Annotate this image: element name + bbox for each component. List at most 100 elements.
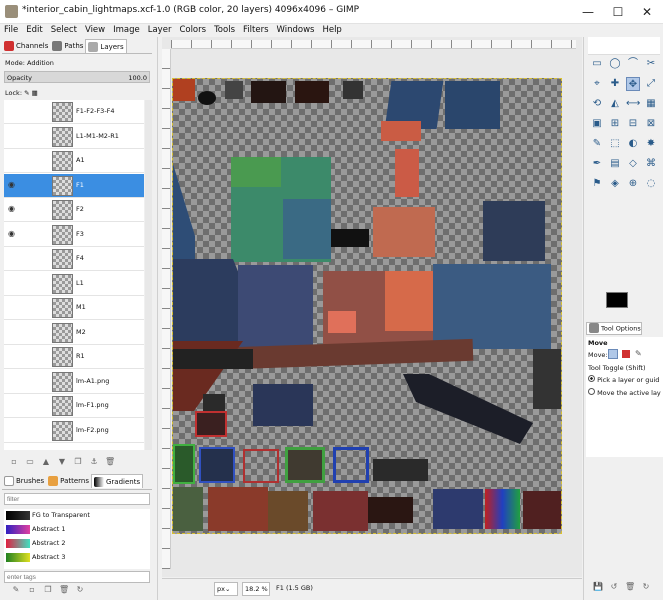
cage-tool-icon[interactable]: ⊞ [608, 117, 622, 131]
delete-gradient-icon[interactable]: 🗑 [59, 585, 69, 595]
lower-layer-icon[interactable]: ▼ [57, 457, 67, 467]
eye-icon[interactable] [8, 352, 18, 360]
fuzzy-select-icon[interactable]: ⌖ [590, 77, 604, 91]
menu-file[interactable]: File [0, 24, 22, 37]
edit-gradient-icon[interactable]: ✎ [11, 585, 21, 595]
gradient-item[interactable]: FG to Transparent [4, 509, 144, 522]
eye-icon[interactable]: ◉ [8, 180, 18, 189]
gradient-item[interactable]: Abstract 3 [4, 551, 144, 564]
gradient-item[interactable]: Abstract 2 [4, 537, 144, 550]
rect-select-icon[interactable]: ▭ [590, 57, 604, 71]
image-canvas[interactable] [172, 78, 562, 534]
layer-row[interactable]: lm-F1.png [4, 394, 144, 418]
dodge-burn-icon[interactable]: ◐ [626, 137, 640, 151]
menu-help[interactable]: Help [318, 24, 345, 37]
pencil-icon[interactable]: ✎ [590, 137, 604, 151]
shear-tool-icon[interactable]: ◭ [608, 97, 622, 111]
clone-icon[interactable]: ◇ [626, 157, 640, 171]
warp-tool-icon[interactable]: ⊟ [626, 117, 640, 131]
tab-layers[interactable]: Layers [85, 39, 127, 53]
move-layer-icon[interactable] [608, 349, 618, 359]
ink-icon[interactable]: ✒ [590, 157, 604, 171]
free-select-icon[interactable]: ⌒ [626, 57, 640, 71]
unified-transform-icon[interactable]: ⊠ [644, 117, 658, 131]
tab-patterns[interactable]: Patterns [46, 474, 91, 488]
eye-icon[interactable] [8, 401, 18, 409]
rotate-tool-icon[interactable]: ⟲ [590, 97, 604, 111]
tab-brushes[interactable]: Brushes [2, 474, 46, 488]
layer-row[interactable]: ◉ F2 [4, 198, 144, 222]
layer-row[interactable]: F1-F2-F3-F4 [4, 100, 144, 124]
menu-view[interactable]: View [81, 24, 109, 37]
eye-icon[interactable] [8, 279, 18, 287]
move-path-icon[interactable]: ✎ [635, 349, 642, 358]
smudge-icon[interactable]: ✸ [644, 137, 658, 151]
layer-row[interactable]: L1 [4, 271, 144, 296]
anchor-layer-icon[interactable]: ⚓ [89, 457, 99, 467]
new-group-icon[interactable]: ▭ [25, 457, 35, 467]
maximize-button[interactable]: ☐ [604, 3, 632, 21]
layers-scrollbar[interactable] [145, 100, 152, 450]
airbrush-icon[interactable]: ▤ [608, 157, 622, 171]
layer-row[interactable]: M1 [4, 296, 144, 320]
close-button[interactable]: ✕ [633, 3, 661, 21]
minimize-button[interactable]: — [574, 3, 602, 21]
gradient-item[interactable]: Abstract 1 [4, 523, 144, 536]
eye-icon[interactable] [8, 107, 18, 115]
align-tool-icon[interactable]: ⤢ [644, 77, 658, 91]
move-selection-icon[interactable] [622, 350, 630, 358]
menu-windows[interactable]: Windows [273, 24, 319, 37]
eye-icon[interactable] [8, 426, 18, 434]
save-options-icon[interactable]: 💾 [593, 582, 603, 592]
bucket-fill-icon[interactable]: ⚑ [590, 177, 604, 191]
crop-tool-icon[interactable]: ▦ [644, 97, 658, 111]
menu-filters[interactable]: Filters [239, 24, 272, 37]
unit-select[interactable]: px⌄ [214, 582, 238, 596]
heal-icon[interactable]: ⌘ [644, 157, 658, 171]
scissors-icon[interactable]: ✂ [644, 57, 658, 71]
option-pick-layer[interactable]: Pick a layer or guid [588, 375, 659, 384]
layer-row[interactable]: lm-A1.png [4, 369, 144, 394]
layer-row[interactable]: M2 [4, 320, 144, 345]
horizontal-ruler[interactable] [171, 40, 576, 49]
eye-icon[interactable] [8, 303, 18, 311]
menu-edit[interactable]: Edit [22, 24, 46, 37]
blur-icon[interactable]: ⊕ [626, 177, 640, 191]
gradient-filter-input[interactable] [4, 493, 150, 505]
reset-options-icon[interactable]: ↻ [641, 582, 651, 592]
tab-paths[interactable]: Paths [50, 39, 85, 53]
layer-row[interactable]: ◉ F1 [4, 173, 144, 198]
raise-layer-icon[interactable]: ▲ [41, 457, 51, 467]
move-tool-icon[interactable]: ✥ [626, 77, 640, 91]
duplicate-layer-icon[interactable]: ❐ [73, 457, 83, 467]
layer-row[interactable]: lm-F2.png [4, 418, 144, 443]
menu-image[interactable]: Image [109, 24, 144, 37]
eye-icon[interactable] [8, 254, 18, 262]
eye-icon[interactable] [8, 377, 18, 385]
menu-tools[interactable]: Tools [210, 24, 239, 37]
restore-options-icon[interactable]: ↺ [609, 582, 619, 592]
flip-tool-icon[interactable]: ⟷ [626, 97, 640, 111]
gradient-tool-icon[interactable]: ◈ [608, 177, 622, 191]
color-select-icon[interactable]: ✚ [608, 77, 622, 91]
option-move-active[interactable]: Move the active lay [588, 388, 661, 397]
refresh-gradient-icon[interactable]: ↻ [75, 585, 85, 595]
eye-icon[interactable] [8, 132, 18, 140]
menu-colors[interactable]: Colors [175, 24, 210, 37]
lock-pixels-icon[interactable]: ✎ [24, 89, 29, 97]
tab-tool-options[interactable]: Tool Options [586, 322, 642, 335]
layer-row[interactable]: L1-M1-M2-R1 [4, 124, 144, 149]
layer-row[interactable]: F4 [4, 247, 144, 271]
zoom-select[interactable]: 18.2 % [242, 582, 270, 596]
lock-alpha-icon[interactable]: ▦ [32, 89, 38, 97]
layer-row[interactable]: A1 [4, 149, 144, 173]
mode-row[interactable]: Mode: Addition [5, 59, 54, 67]
tab-channels[interactable]: Channels [2, 39, 50, 53]
layer-row[interactable]: R1 [4, 345, 144, 369]
eye-icon[interactable]: ◉ [8, 205, 18, 213]
menu-select[interactable]: Select [47, 24, 81, 37]
layer-row[interactable]: ◉ F3 [4, 222, 144, 247]
perspective-tool-icon[interactable]: ▣ [590, 117, 604, 131]
vertical-ruler[interactable] [162, 49, 171, 569]
ellipse-select-icon[interactable]: ◯ [608, 57, 622, 71]
